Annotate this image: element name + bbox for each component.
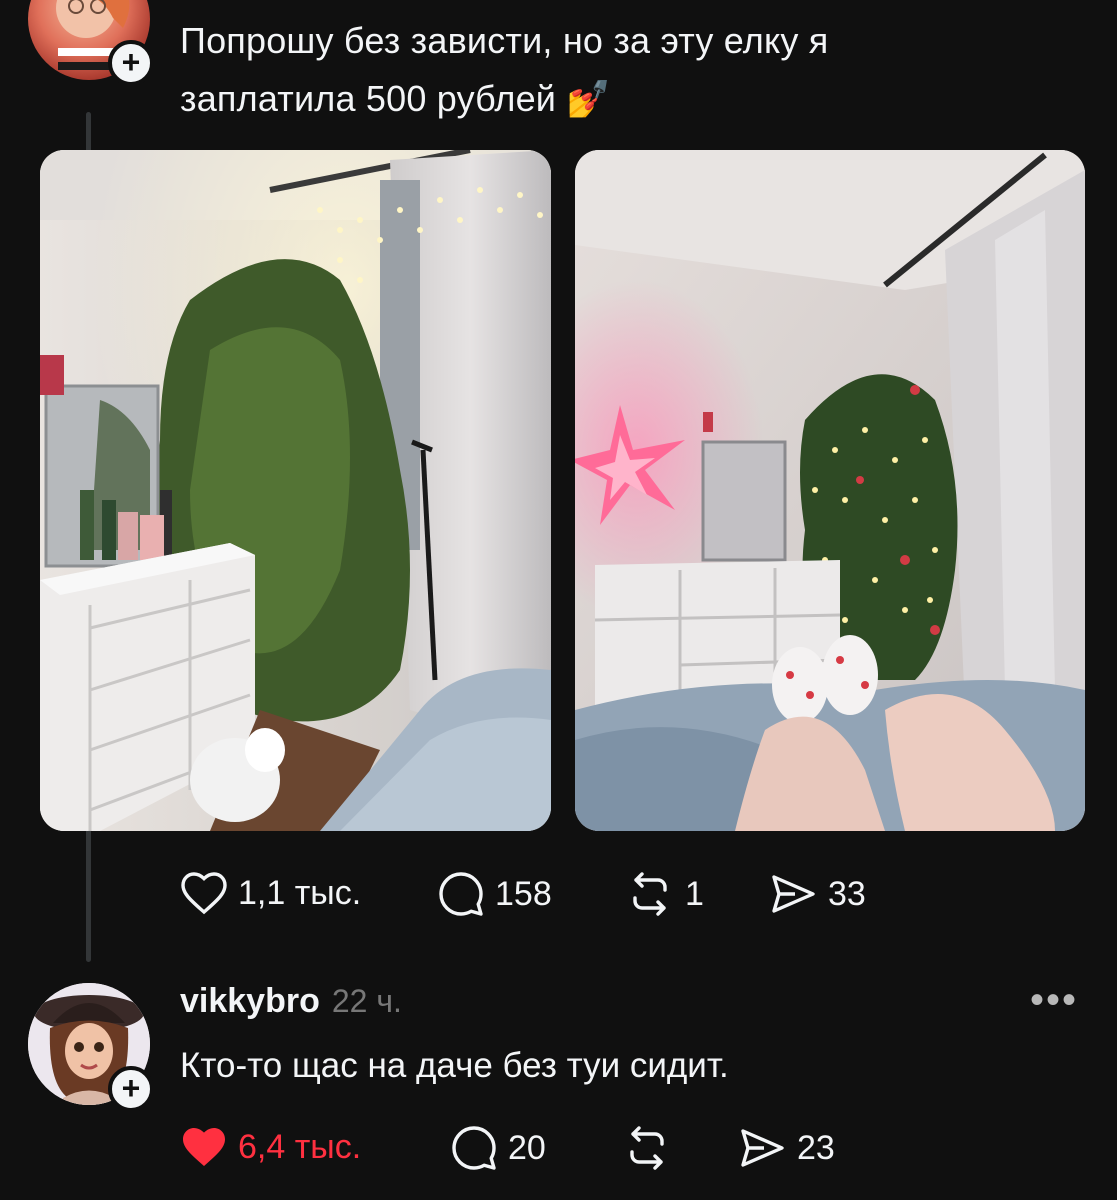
reply-comment-count: 20 bbox=[508, 1128, 546, 1167]
heart-filled-icon bbox=[183, 1128, 225, 1166]
post-text: Попрошу без зависти, но за эту елку я за… bbox=[180, 12, 1080, 128]
reply-username[interactable]: vikkybro bbox=[180, 982, 320, 1021]
post-text-line2-words: заплатила 500 рублей bbox=[180, 78, 557, 119]
room-photo-2 bbox=[575, 150, 1085, 831]
reply-time: 22 ч. bbox=[331, 983, 402, 1019]
reply-speech-bubble-icon bbox=[452, 1126, 496, 1170]
share-button[interactable]: 33 bbox=[768, 870, 866, 918]
room-photo-1 bbox=[40, 150, 551, 831]
post-photo-2[interactable] bbox=[575, 150, 1085, 831]
reply-share-count: 23 bbox=[797, 1128, 835, 1167]
share-count: 33 bbox=[828, 874, 866, 913]
reply-paper-plane-icon bbox=[741, 1129, 784, 1167]
post-text-line2: заплатила 500 рублей 💅 bbox=[180, 70, 1080, 128]
reply-like-button[interactable]: 6,4 тыс. bbox=[180, 1124, 361, 1170]
repost-button[interactable]: 1 bbox=[625, 870, 704, 918]
reply-comment-button[interactable]: 20 bbox=[450, 1124, 546, 1172]
reply-header: vikkybro 22 ч. bbox=[180, 982, 402, 1021]
follow-plus-icon[interactable]: + bbox=[108, 40, 154, 86]
reply-repost-arrows-icon bbox=[630, 1126, 664, 1170]
paper-plane-icon bbox=[772, 875, 815, 913]
repost-arrows-icon bbox=[633, 872, 667, 916]
post-photo-1[interactable] bbox=[40, 150, 551, 831]
reply-follow-plus-icon[interactable]: + bbox=[108, 1066, 154, 1112]
reply-share-button[interactable]: 23 bbox=[737, 1124, 835, 1172]
heart-icon bbox=[181, 872, 227, 915]
comment-button[interactable]: 158 bbox=[437, 870, 552, 918]
repost-count: 1 bbox=[685, 874, 704, 913]
reply-text: Кто-то щас на даче без туи сидит. bbox=[180, 1046, 729, 1085]
post-text-line1: Попрошу без зависти, но за эту елку я bbox=[180, 20, 829, 61]
nail-polish-emoji: 💅 bbox=[566, 78, 612, 119]
like-button[interactable]: 1,1 тыс. bbox=[180, 870, 361, 916]
more-options-ellipsis-icon[interactable]: ••• bbox=[1030, 978, 1078, 1023]
like-count: 1,1 тыс. bbox=[238, 873, 362, 912]
speech-bubble-icon bbox=[439, 872, 483, 916]
comment-count: 158 bbox=[495, 874, 552, 913]
reply-like-count: 6,4 тыс. bbox=[238, 1127, 362, 1166]
reply-repost-button[interactable] bbox=[622, 1124, 672, 1172]
